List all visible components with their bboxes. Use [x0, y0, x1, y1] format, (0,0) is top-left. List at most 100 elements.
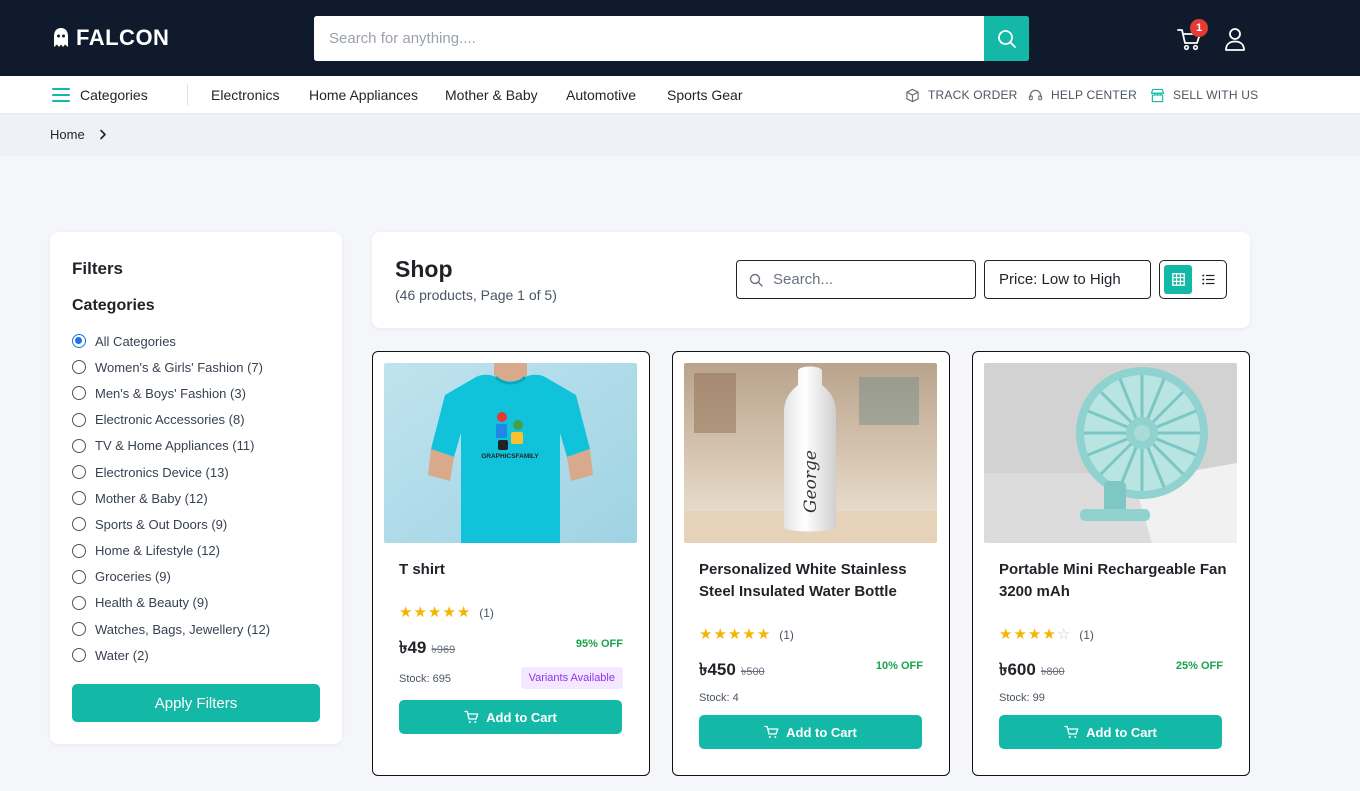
- category-filter-option[interactable]: Groceries (9): [72, 564, 332, 590]
- category-radio[interactable]: [72, 595, 86, 610]
- category-radio[interactable]: [72, 334, 86, 349]
- star-icon: ★: [713, 626, 727, 643]
- product-title[interactable]: T shirt: [399, 559, 629, 581]
- category-radio[interactable]: [72, 491, 86, 506]
- category-radio[interactable]: [72, 622, 86, 637]
- category-label: Health & Beauty (9): [95, 595, 209, 611]
- nav-link-automotive[interactable]: Automotive: [566, 87, 636, 103]
- bottle-image[interactable]: George: [684, 363, 937, 543]
- category-label: Sports & Out Doors (9): [95, 516, 228, 532]
- cart-icon: [764, 725, 779, 738]
- category-filter-option[interactable]: Women's & Girls' Fashion (7): [72, 354, 332, 380]
- rating-count: (1): [479, 606, 494, 620]
- category-radio[interactable]: [72, 465, 86, 480]
- global-search: [314, 16, 1029, 61]
- global-search-input[interactable]: [314, 16, 984, 61]
- category-filter-option[interactable]: All Categories: [72, 328, 332, 354]
- add-to-cart-label: Add to Cart: [1086, 724, 1157, 740]
- account-button[interactable]: [1224, 27, 1246, 51]
- search-icon: [749, 273, 763, 287]
- categories-menu-button[interactable]: Categories: [52, 86, 148, 104]
- nav-link-sports-gear[interactable]: Sports Gear: [667, 87, 742, 103]
- category-label: TV & Home Appliances (11): [95, 438, 255, 454]
- category-radio[interactable]: [72, 438, 86, 453]
- category-filter-option[interactable]: TV & Home Appliances (11): [72, 433, 332, 459]
- category-filter-option[interactable]: Water (2): [72, 642, 332, 668]
- category-radio[interactable]: [72, 569, 86, 584]
- category-radio[interactable]: [72, 517, 86, 532]
- sort-select[interactable]: Price: Low to High: [984, 260, 1151, 299]
- product-price: ৳49 ৳969: [399, 635, 455, 657]
- breadcrumb-bar: Home: [0, 114, 1360, 156]
- category-radio[interactable]: [72, 648, 86, 663]
- add-to-cart-label: Add to Cart: [786, 724, 857, 740]
- product-card[interactable]: GRAPHICSFAMILY T shirt ★ ★ ★ ★ ★ (1) ৳49 ৳96…: [372, 351, 650, 776]
- category-filter-option[interactable]: Health & Beauty (9): [72, 590, 332, 616]
- product-title[interactable]: Portable Mini Rechargeable Fan 3200 mAh: [999, 559, 1229, 603]
- star-icon: ★: [742, 626, 756, 643]
- product-title[interactable]: Personalized White Stainless Steel Insul…: [699, 559, 929, 603]
- add-to-cart-label: Add to Cart: [486, 709, 557, 725]
- categories-menu-label: Categories: [80, 87, 148, 103]
- page-title: Shop: [395, 256, 453, 282]
- apply-filters-button[interactable]: Apply Filters: [72, 684, 320, 722]
- brand-logo[interactable]: FALCON: [52, 24, 169, 52]
- category-filter-option[interactable]: Sports & Out Doors (9): [72, 511, 332, 537]
- cart-count-badge: 1: [1190, 19, 1208, 37]
- product-card[interactable]: George Personalized White Stainless Stee…: [672, 351, 950, 776]
- track-order-link[interactable]: TRACK ORDER: [905, 87, 1018, 103]
- breadcrumb-home[interactable]: Home: [50, 127, 85, 142]
- search-icon: [997, 29, 1016, 48]
- category-filter-option[interactable]: Watches, Bags, Jewellery (12): [72, 616, 332, 642]
- add-to-cart-button[interactable]: Add to Cart: [699, 715, 922, 749]
- star-icon: ★: [456, 604, 471, 621]
- stock-label: Stock: 99: [999, 692, 1045, 704]
- product-price: ৳600 ৳800: [999, 657, 1065, 679]
- product-card[interactable]: Portable Mini Rechargeable Fan 3200 mAh …: [972, 351, 1250, 776]
- help-center-link[interactable]: HELP CENTER: [1028, 87, 1137, 103]
- category-radio[interactable]: [72, 360, 86, 375]
- shop-search-input[interactable]: [773, 271, 963, 288]
- category-label: Watches, Bags, Jewellery (12): [95, 621, 271, 637]
- category-filter-option[interactable]: Electronic Accessories (8): [72, 407, 332, 433]
- sell-with-us-link[interactable]: SELL WITH US: [1150, 87, 1258, 103]
- category-filter-option[interactable]: Electronics Device (13): [72, 459, 332, 485]
- add-to-cart-button[interactable]: Add to Cart: [399, 700, 622, 734]
- category-filter-option[interactable]: Mother & Baby (12): [72, 485, 332, 511]
- nav-link-home-appliances[interactable]: Home Appliances: [309, 87, 418, 103]
- category-filter-option[interactable]: Home & Lifestyle (12): [72, 538, 332, 564]
- category-label: Women's & Girls' Fashion (7): [95, 359, 263, 375]
- category-label: Men's & Boys' Fashion (3): [95, 385, 246, 401]
- category-radio[interactable]: [72, 386, 86, 401]
- shop-search: [736, 260, 976, 299]
- original-price: ৳500: [740, 666, 765, 678]
- bottle-engraving: George: [801, 450, 821, 513]
- star-icon: ★: [399, 604, 413, 621]
- category-label: Home & Lifestyle (12): [95, 543, 220, 559]
- tshirt-image[interactable]: GRAPHICSFAMILY: [384, 363, 637, 543]
- tshirt-print-text: GRAPHICSFAMILY: [481, 453, 539, 460]
- category-filter-option[interactable]: Men's & Boys' Fashion (3): [72, 380, 332, 406]
- grid-view-button[interactable]: [1164, 265, 1192, 294]
- fan-image[interactable]: [984, 363, 1237, 543]
- nav-link-mother-baby[interactable]: Mother & Baby: [445, 87, 538, 103]
- category-radio[interactable]: [72, 543, 86, 558]
- star-icon: ★: [1042, 626, 1056, 643]
- category-radio[interactable]: [72, 412, 86, 427]
- category-label: Electronic Accessories (8): [95, 412, 245, 428]
- add-to-cart-button[interactable]: Add to Cart: [999, 715, 1222, 749]
- product-price: ৳450 ৳500: [699, 657, 765, 679]
- discount-label: 25% OFF: [1175, 660, 1223, 672]
- category-label: Water (2): [95, 647, 149, 663]
- list-icon: [1201, 274, 1214, 285]
- grid-icon: [1171, 273, 1185, 286]
- global-search-button[interactable]: [984, 16, 1029, 61]
- menu-icon: [52, 88, 70, 102]
- nav-link-electronics[interactable]: Electronics: [211, 87, 279, 103]
- box-icon: [906, 88, 919, 102]
- discount-label: 10% OFF: [875, 660, 923, 672]
- list-view-button[interactable]: [1194, 265, 1222, 294]
- chevron-right-icon: [99, 129, 106, 140]
- current-price: ৳49: [399, 638, 427, 657]
- product-rating: ★ ★ ★ ★ ☆ (1): [999, 627, 1094, 643]
